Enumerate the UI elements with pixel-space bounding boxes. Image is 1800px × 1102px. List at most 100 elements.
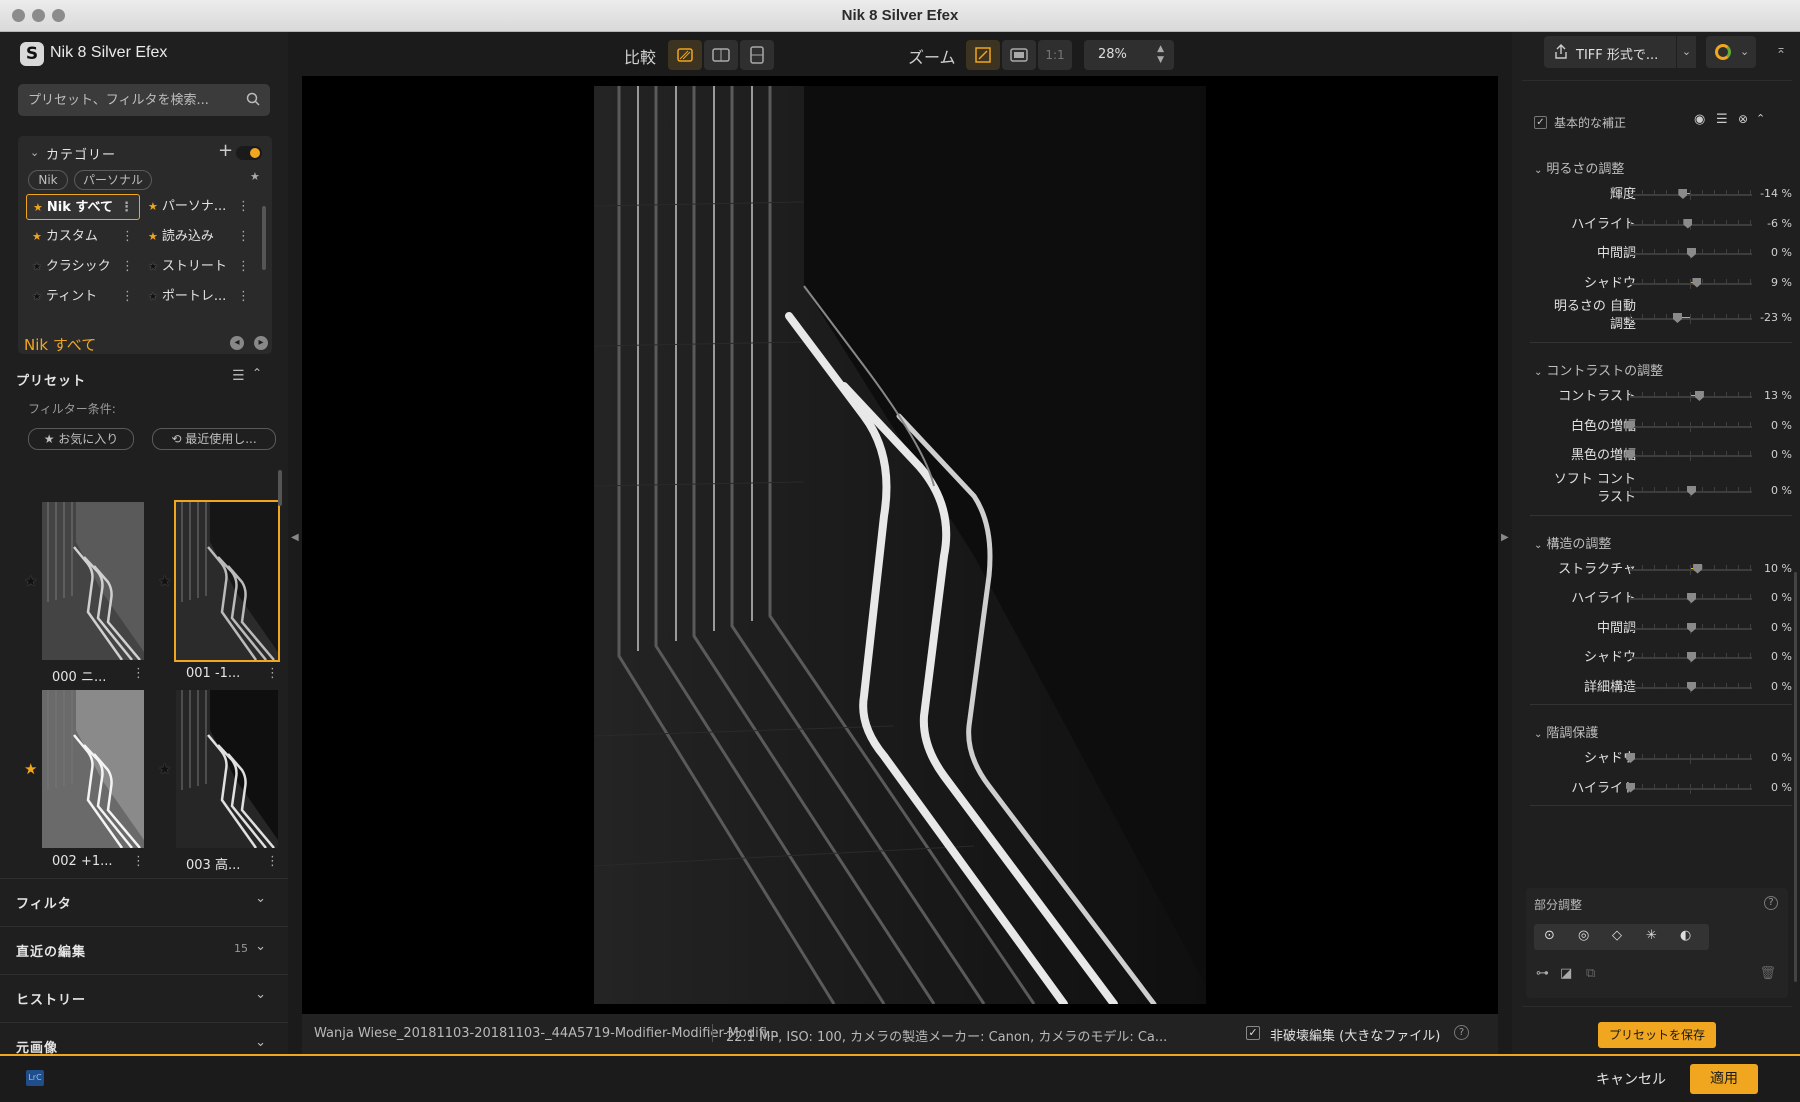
color-range-icon[interactable]: ◐	[1680, 928, 1691, 943]
more-options-icon[interactable]: ⋮	[120, 195, 133, 221]
compare-stack-button[interactable]	[740, 40, 774, 70]
pill-personal[interactable]: パーソナル	[74, 170, 152, 190]
more-options-icon[interactable]: ⋮	[121, 224, 134, 250]
more-options-icon[interactable]: ⋮	[121, 284, 134, 310]
category-item[interactable]: ★ ティント ⋮	[26, 284, 140, 310]
left-collapse-rail[interactable]: ◀	[288, 32, 302, 1054]
category-item[interactable]: ★ カスタム ⋮	[26, 224, 140, 250]
apply-button[interactable]: 適用	[1690, 1064, 1758, 1094]
collapse-all-icon[interactable]: ⌅	[1776, 42, 1786, 56]
export-dropdown-icon[interactable]: ⌄	[1676, 36, 1696, 68]
star-icon: ★	[32, 290, 42, 303]
mask-list-icon[interactable]: ⊶	[1536, 966, 1549, 981]
slider-label: シャドウ	[1583, 650, 1636, 665]
adjust-group-title[interactable]: ⌄ 階調保護	[1534, 722, 1598, 741]
next-category-icon[interactable]: ▸	[254, 336, 268, 350]
adjust-slider-row[interactable]: 明るさの 自動 調整 -23 %	[1512, 298, 1800, 338]
preset-thumbnail[interactable]	[176, 690, 278, 848]
collapse-left-icon[interactable]: ◀	[291, 532, 299, 543]
prev-category-icon[interactable]: ◂	[230, 336, 244, 350]
category-toggle[interactable]	[236, 146, 262, 160]
more-options-icon[interactable]: ⋮	[237, 224, 250, 250]
favorites-chip[interactable]: ★ お気に入り	[28, 428, 134, 450]
zoom-select[interactable]: 28% ▲ ▼	[1084, 40, 1174, 70]
header-divider	[1522, 80, 1792, 81]
category-item[interactable]: ★ ポートレ... ⋮	[142, 284, 256, 310]
category-item[interactable]: ★ パーソナ... ⋮	[142, 194, 256, 220]
favorite-star-icon[interactable]: ★	[158, 572, 171, 590]
basic-adjust-checkbox[interactable]: ✓	[1534, 116, 1547, 129]
adjust-group-title[interactable]: ⌄ コントラストの調整	[1534, 360, 1663, 379]
favorite-star-icon[interactable]: ★	[158, 760, 171, 778]
adjust-slider-row[interactable]: ソフト コント ラスト 0 %	[1512, 471, 1800, 511]
polygon-icon[interactable]: ◇	[1612, 928, 1622, 943]
adjust-slider-row[interactable]: 詳細構造 0 %	[1512, 673, 1800, 707]
compare-side-button[interactable]	[704, 40, 738, 70]
right-scrollbar[interactable]	[1794, 572, 1797, 982]
pill-nik[interactable]: Nik	[28, 170, 68, 190]
preset-thumbnail[interactable]	[174, 500, 280, 662]
radial-brush-icon[interactable]: ◎	[1578, 928, 1589, 943]
plugin-menu-button[interactable]: ⌄	[1706, 36, 1756, 68]
duplicate-icon[interactable]: ⧉	[1586, 966, 1595, 981]
adjust-group-title[interactable]: ⌄ 明るさの調整	[1534, 158, 1624, 177]
category-item[interactable]: ★ クラシック ⋮	[26, 254, 140, 280]
compare-hatch-button[interactable]	[668, 40, 702, 70]
window-title: Nik 8 Silver Efex	[841, 7, 959, 24]
adjust-slider-row[interactable]: ハイライト 0 %	[1512, 774, 1800, 808]
more-options-icon[interactable]: ⋮	[121, 254, 134, 280]
category-collapse-chevron-icon[interactable]: ⌄	[30, 146, 39, 159]
favorite-filter-icon[interactable]: ★	[250, 170, 260, 183]
favorite-star-icon[interactable]: ★	[24, 760, 37, 778]
preset-options-icon[interactable]: ⋮	[132, 666, 145, 681]
slider-value: 0 %	[1771, 679, 1792, 693]
section-collapse-icon[interactable]: ⌃	[1756, 112, 1765, 125]
section-menu-icon[interactable]: ☰	[1716, 112, 1728, 127]
presets-collapse-icon[interactable]: ⌃	[252, 366, 262, 380]
trash-icon[interactable]: 🗑	[1759, 966, 1776, 981]
preset-options-icon[interactable]: ⋮	[132, 854, 145, 869]
export-button[interactable]: TIFF 形式で...	[1544, 36, 1694, 68]
save-preset-button[interactable]: プリセットを保存	[1598, 1022, 1716, 1048]
nondestructive-checkbox[interactable]: ✓	[1246, 1026, 1260, 1040]
cancel-button[interactable]: キャンセル	[1596, 1069, 1666, 1089]
accordion-row[interactable]: ヒストリー ⌄	[0, 974, 288, 1020]
accordion-row[interactable]: フィルタ ⌄	[0, 878, 288, 924]
category-item[interactable]: ★ ストリート ⋮	[142, 254, 256, 280]
image-canvas[interactable]	[302, 76, 1498, 1014]
group-divider	[1530, 805, 1792, 806]
collapse-right-icon[interactable]: ▶	[1501, 532, 1509, 543]
visibility-eye-icon[interactable]: ◉	[1694, 112, 1705, 127]
preset-thumbnail[interactable]	[42, 690, 144, 848]
category-item[interactable]: ★ Nik すべて ⋮	[26, 194, 140, 220]
add-category-icon[interactable]: +	[218, 140, 233, 161]
right-collapse-rail[interactable]: ▶	[1498, 32, 1512, 1054]
search-icon[interactable]	[246, 92, 260, 106]
more-options-icon[interactable]: ⋮	[237, 284, 250, 310]
mask-view-icon[interactable]: ◪	[1560, 966, 1572, 981]
adjust-group-title[interactable]: ⌄ 構造の調整	[1534, 533, 1611, 552]
fill-zoom-button[interactable]	[1002, 40, 1036, 70]
more-options-icon[interactable]: ⋮	[237, 254, 250, 280]
preset-thumbnail[interactable]	[42, 502, 144, 660]
list-view-icon[interactable]: ☰	[232, 368, 245, 384]
local-help-icon[interactable]: ?	[1764, 896, 1778, 910]
help-icon[interactable]: ?	[1454, 1025, 1469, 1040]
fit-zoom-button[interactable]	[966, 40, 1000, 70]
slider-value: -23 %	[1760, 311, 1792, 324]
control-point-icon[interactable]: ⊙	[1544, 928, 1555, 943]
category-item[interactable]: ★ 読み込み ⋮	[142, 224, 256, 250]
more-options-icon[interactable]: ⋮	[237, 194, 250, 220]
category-scrollbar[interactable]	[262, 206, 266, 270]
accordion-row[interactable]: 直近の編集 15 ⌄	[0, 926, 288, 972]
one-to-one-button[interactable]: 1:1	[1038, 40, 1072, 70]
search-input[interactable]	[28, 84, 238, 116]
luminosity-icon[interactable]: ✳	[1646, 928, 1657, 943]
reset-section-icon[interactable]: ⊗	[1738, 112, 1748, 126]
recent-chip[interactable]: ⟲ 最近使用し...	[152, 428, 276, 450]
presets-scrollbar[interactable]	[278, 470, 282, 506]
preset-options-icon[interactable]: ⋮	[266, 666, 279, 681]
favorite-star-icon[interactable]: ★	[24, 572, 37, 590]
preset-options-icon[interactable]: ⋮	[266, 854, 279, 869]
bottom-bar: LrC キャンセル 適用	[0, 1054, 1800, 1102]
